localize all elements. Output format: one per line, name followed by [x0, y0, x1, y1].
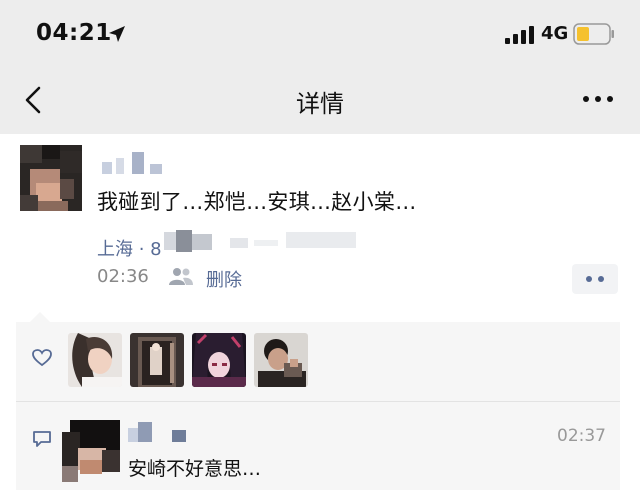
panel-arrow: [30, 312, 50, 322]
commenter-avatar[interactable]: [62, 420, 120, 482]
liker-avatar-3[interactable]: [192, 333, 246, 387]
liker-avatar-4[interactable]: [254, 333, 308, 387]
page-title: 详情: [296, 90, 344, 118]
post-username-blurred[interactable]: [102, 152, 168, 174]
commenter-name-blurred[interactable]: [128, 420, 192, 442]
status-bar: 04:21 4G: [0, 0, 640, 68]
more-dots-icon: [586, 276, 592, 282]
comment-like-toggle-button[interactable]: [572, 264, 618, 294]
network-type: 4G: [541, 23, 569, 44]
comment-bubble-icon: [33, 431, 51, 447]
liker-avatar-2[interactable]: [130, 333, 184, 387]
more-dots-icon[interactable]: [580, 92, 616, 106]
post-time: 02:36: [97, 266, 149, 287]
post-location[interactable]: 上海 · 8: [97, 235, 162, 261]
location-arrow-icon: [109, 26, 125, 42]
heart-icon: [32, 349, 52, 367]
post-avatar[interactable]: [20, 145, 82, 211]
post-text: 我碰到了…郑恺…安琪…赵小棠…: [97, 190, 417, 214]
comment-time: 02:37: [557, 426, 606, 446]
comment-text: 安崎不好意思…: [128, 458, 262, 480]
friends-icon: [169, 268, 193, 285]
signal-icon: [505, 26, 534, 44]
delete-link[interactable]: 删除: [206, 266, 242, 292]
status-time: 04:21: [36, 20, 112, 46]
liker-avatar-1[interactable]: [68, 333, 122, 387]
panel-divider: [16, 401, 620, 402]
battery-icon: [573, 23, 614, 45]
post-location-blurred: [164, 230, 356, 252]
